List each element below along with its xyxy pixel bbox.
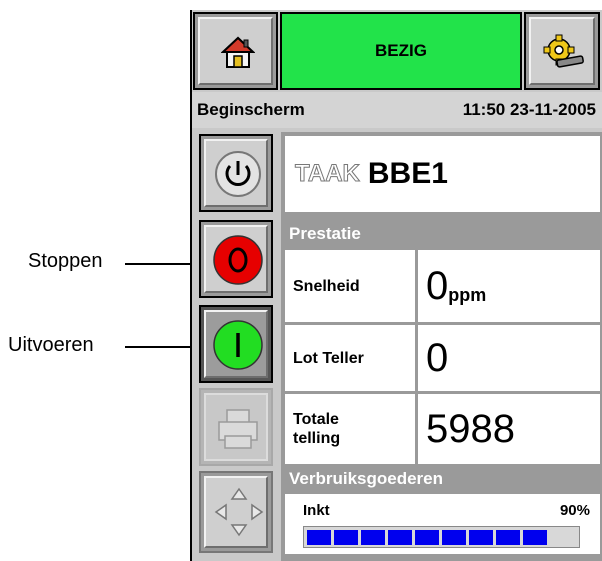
job-label: TAAK [295,160,361,188]
lot-counter-label: Lot Teller [285,325,415,391]
gear-wrench-icon [543,34,584,68]
performance-heading: Prestatie [281,220,602,248]
status-bar: BEZIG [280,12,522,90]
ink-segment-filled [415,530,439,545]
ink-percent: 90% [559,502,590,519]
ink-segment-filled [334,530,358,545]
ink-segment-empty [550,530,574,545]
speed-unit: ppm [448,284,487,305]
print-button[interactable] [199,388,273,466]
stop-icon [213,235,263,285]
callout-run-label: Uitvoeren [8,334,94,356]
home-button[interactable] [193,12,278,90]
page-title: Beginscherm [197,100,305,119]
speed-value: 0 ppm [418,250,600,322]
settings-button[interactable] [524,12,600,90]
run-icon [213,320,263,370]
job-field[interactable]: TAAK BBE1 [285,136,600,212]
ink-segment-filled [361,530,385,545]
consumables-panel: Verbruiksgoederen Inkt 90% [281,466,602,561]
callout-stop-label: Stoppen [28,250,103,272]
power-icon [215,151,261,197]
ink-segment-filled [469,530,493,545]
speed-number: 0 [426,263,449,308]
run-button[interactable] [199,305,273,383]
ink-segment-filled [523,530,547,545]
home-icon [221,36,255,68]
ink-segment-filled [388,530,412,545]
lot-counter-value: 0 [418,325,600,391]
consumables-heading: Verbruiksgoederen [281,466,602,492]
ink-segment-filled [496,530,520,545]
datetime: 11:50 23-11-2005 [462,100,596,119]
ink-box[interactable]: Inkt 90% [285,494,600,554]
arrows-nav-icon [214,487,264,537]
printer-icon [218,409,258,449]
ink-segment-filled [442,530,466,545]
status-text: BEZIG [375,41,427,60]
navigate-button[interactable] [199,471,273,553]
power-button[interactable] [199,134,273,212]
speed-label: Snelheid [285,250,415,322]
stop-button[interactable] [199,220,273,298]
ink-label: Inkt [303,502,330,519]
job-name: BBE1 [367,157,448,190]
ink-level-bar [303,526,580,548]
job-panel: TAAK BBE1 [281,132,602,216]
title-bar: Beginscherm 11:50 23-11-2005 [192,92,602,128]
performance-panel: Prestatie Snelheid 0 ppm Lot Teller 0 Tot… [281,216,602,466]
total-count-label: Totale telling [285,394,415,464]
total-count-value: 5988 [418,394,600,464]
ink-segment-filled [307,530,331,545]
